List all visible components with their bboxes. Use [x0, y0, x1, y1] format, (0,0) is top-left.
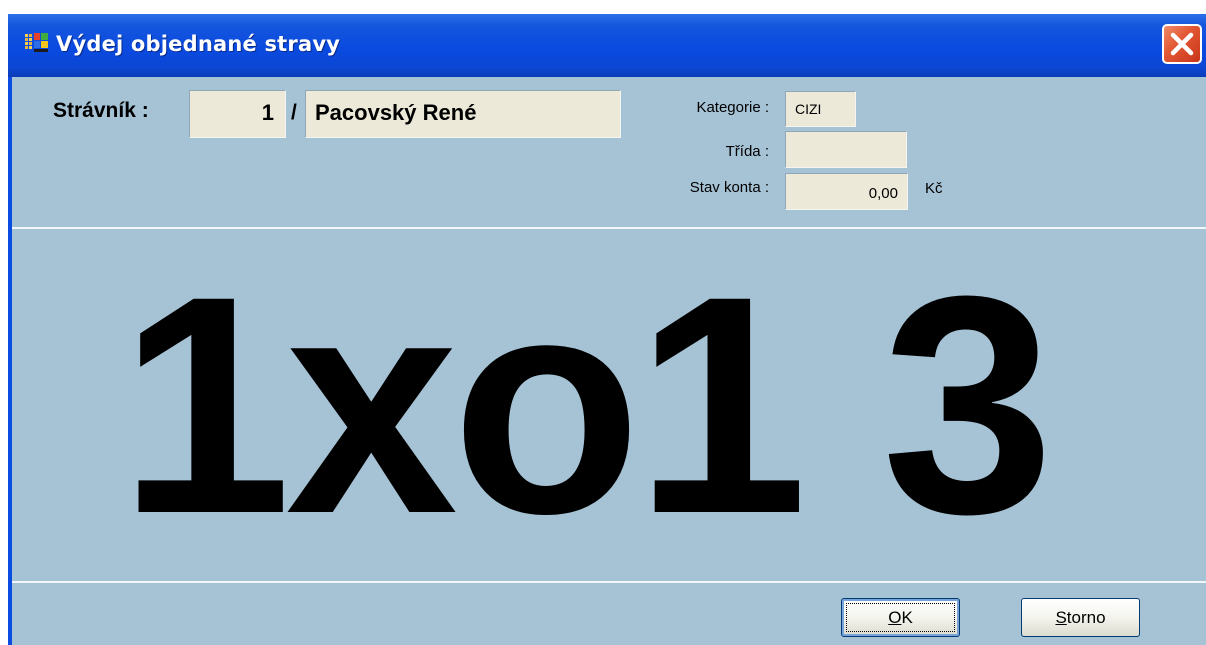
ok-button[interactable]: OK: [841, 598, 960, 637]
diner-label: Strávník :: [53, 99, 149, 122]
diner-name-field: Pacovský René: [305, 90, 621, 138]
title-bar[interactable]: Výdej objednané stravy: [8, 14, 1206, 77]
balance-label: Stav konta :: [689, 179, 769, 196]
bottom-divider: [12, 581, 1206, 583]
order-display: 1xo1 3: [119, 231, 1054, 578]
top-divider: [12, 227, 1206, 229]
balance-field: 0,00: [785, 173, 908, 210]
diner-id-field: 1: [189, 90, 286, 138]
currency-label: Kč: [925, 180, 943, 197]
window-title: Výdej objednané stravy: [56, 32, 341, 56]
storno-button-rest: torno: [1066, 608, 1106, 627]
category-field: CIZI: [785, 91, 856, 127]
diner-separator: /: [291, 101, 297, 124]
close-button[interactable]: [1162, 24, 1202, 64]
focus-rectangle: [846, 603, 955, 632]
dialog-body: Strávník : 1 / Pacovský René Kategorie :…: [12, 77, 1206, 645]
application-grid-icon: [25, 33, 48, 52]
dialog-window: Výdej objednané stravy Strávník : 1 / Pa…: [8, 14, 1206, 645]
close-x-icon: [1170, 32, 1194, 56]
storno-button-hotkey: S: [1055, 608, 1067, 627]
class-label: Třída :: [725, 143, 769, 160]
category-label: Kategorie :: [696, 99, 769, 116]
class-field: [785, 131, 907, 168]
storno-button[interactable]: Storno: [1021, 598, 1140, 637]
